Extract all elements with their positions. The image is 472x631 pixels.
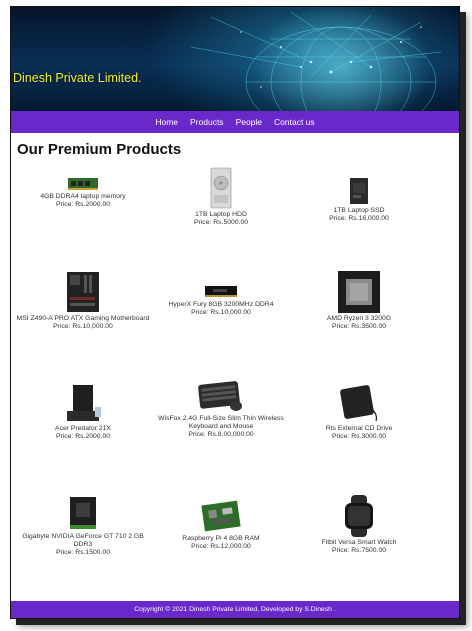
main-navigation: Home Products People Contact us	[11, 111, 459, 133]
motherboard-icon	[67, 272, 99, 312]
product-card[interactable]: 4GB DDRA4 laptop memory Price: Rs.2000.0…	[13, 177, 153, 209]
main-content: Our Premium Products 4GB DDRA4 laptop me…	[11, 133, 459, 601]
footer: Copyright © 2021 Dinesh Private Limited,…	[11, 601, 459, 618]
product-name: Fitbit Versa Smart Watch	[321, 539, 397, 546]
product-card[interactable]: MSI Z490-A PRO ATX Gaming Motherboard Pr…	[13, 271, 153, 331]
product-name: Gigabyte NVIDIA GeForce GT 710 2 GB DDR3	[22, 533, 144, 548]
product-price: Price: Rs.10,000.00	[53, 323, 113, 330]
hard-drive-icon	[210, 167, 232, 209]
nav-people-link[interactable]: People	[236, 117, 262, 127]
product-name: AMD Ryzen 3 3200G	[326, 315, 392, 322]
smartwatch-icon	[345, 495, 373, 537]
network-globe-graphic	[190, 11, 442, 111]
product-name: 4GB DDRA4 laptop memory	[40, 193, 126, 200]
product-price: Price: Rs.2000.00	[55, 433, 111, 440]
product-card[interactable]: HyperX Fury 8GB 3200MHz DDR4 Price: Rs.1…	[151, 283, 291, 317]
page-container: Dinesh Private Limited. Home Products Pe…	[10, 6, 460, 619]
ssd-icon	[350, 178, 368, 204]
product-name: MSI Z490-A PRO ATX Gaming Motherboard	[16, 315, 150, 322]
raspberry-pi-icon	[201, 500, 241, 532]
product-price: Price: Rs.16,000.00	[329, 215, 389, 222]
brand-title: Dinesh Private Limited.	[13, 71, 142, 85]
product-price: Price: Rs.5000.00	[193, 219, 249, 226]
cd-drive-icon	[340, 385, 378, 422]
product-name: Raspberry Pi 4 8GB RAM	[182, 535, 260, 542]
product-card[interactable]: Acer Predator 21X Price: Rs.2000.00	[13, 383, 153, 441]
ram-stick-icon	[205, 286, 237, 297]
nav-home-link[interactable]: Home	[155, 117, 178, 127]
ram-module-icon	[68, 178, 98, 190]
product-price: Price: Rs.3000.00	[331, 433, 387, 440]
keyboard-mouse-icon	[198, 381, 242, 411]
product-price: Price: Rs.2000.00	[55, 201, 111, 208]
cpu-icon	[338, 271, 380, 313]
product-name: 1TB Laptop HDD	[195, 211, 247, 218]
product-card[interactable]: Raspberry Pi 4 8GB RAM Price: Rs.12,000.…	[151, 499, 291, 551]
product-card[interactable]: Rts External CD Drive Price: Rs.3000.00	[289, 381, 429, 441]
page-title: Our Premium Products	[17, 141, 182, 158]
product-name: Acer Predator 21X	[55, 425, 111, 432]
product-card[interactable]: 1TB Laptop SSD Price: Rs.16,000.00	[289, 177, 429, 223]
product-card[interactable]: Fitbit Versa Smart Watch Price: Rs.7500.…	[289, 495, 429, 555]
product-name: Rts External CD Drive	[325, 425, 393, 432]
product-name: 1TB Laptop SSD	[333, 207, 385, 214]
header-banner: Dinesh Private Limited.	[11, 7, 459, 111]
nav-contact-link[interactable]: Contact us	[274, 117, 315, 127]
nav-products-link[interactable]: Products	[190, 117, 224, 127]
product-price: Price: Rs.10,000.00	[191, 309, 251, 316]
product-card[interactable]: WisFox 2.4G Full-Size Slim Thin Wireless…	[151, 379, 291, 439]
product-card[interactable]: 1TB Laptop HDD Price: Rs.5000.00	[151, 167, 291, 227]
graphics-card-icon	[70, 497, 96, 529]
product-price: Price: Rs.8,00,000.00	[188, 431, 254, 438]
product-price: Price: Rs.12,000.00	[191, 543, 251, 550]
product-price: Price: Rs.7500.00	[331, 547, 387, 554]
laptop-icon	[67, 385, 101, 421]
footer-copyright: Copyright © 2021 Dinesh Private Limited,…	[134, 606, 336, 613]
product-name: WisFox 2.4G Full-Size Slim Thin Wireless…	[158, 415, 284, 430]
product-price: Price: Rs.1500.00	[55, 549, 111, 556]
product-card[interactable]: Gigabyte NVIDIA GeForce GT 710 2 GB DDR3…	[13, 493, 153, 557]
product-price: Price: Rs.3500.00	[331, 323, 387, 330]
product-name: HyperX Fury 8GB 3200MHz DDR4	[168, 301, 274, 308]
product-card[interactable]: AMD Ryzen 3 3200G Price: Rs.3500.00	[289, 271, 429, 331]
